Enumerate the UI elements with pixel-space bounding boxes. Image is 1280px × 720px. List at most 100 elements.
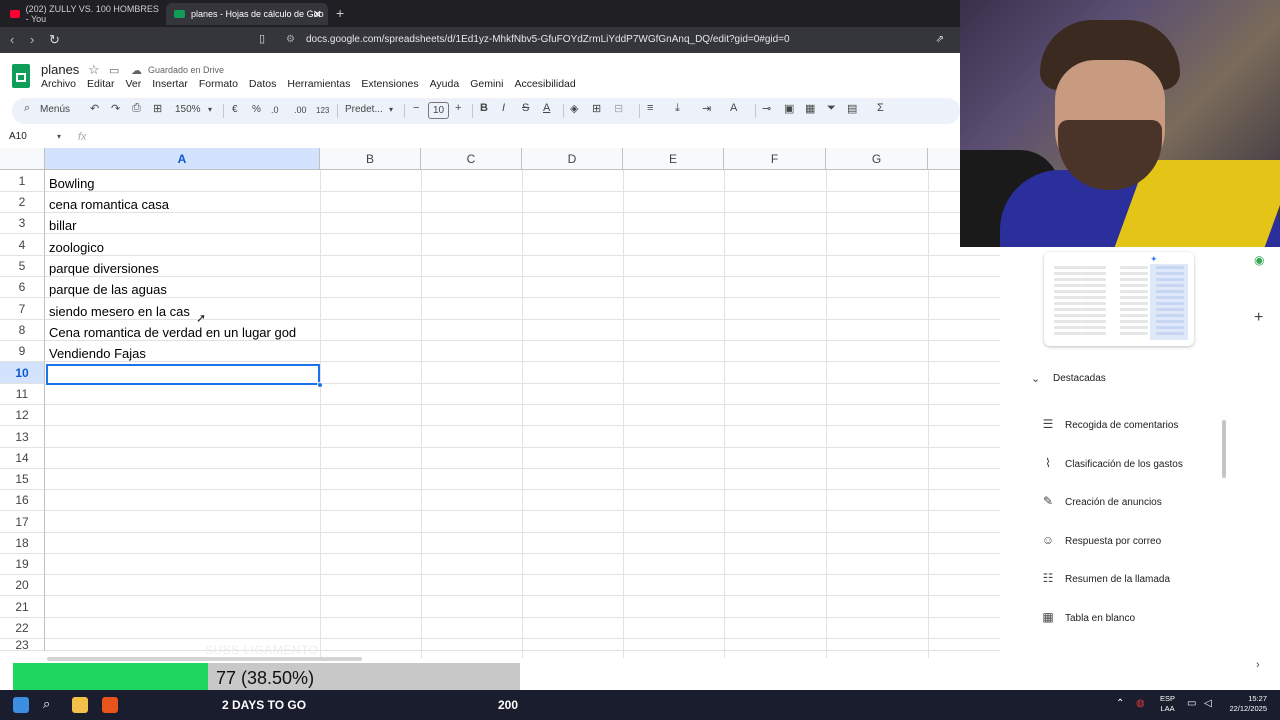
row-header[interactable]: 11 [0, 384, 45, 405]
add-icon[interactable]: + [1254, 309, 1263, 327]
template-gastos[interactable]: ⌇ Clasificación de los gastos [1039, 454, 1183, 472]
display-icon[interactable]: ▭ [1187, 698, 1196, 709]
font-size-input[interactable]: 10 [428, 102, 449, 119]
template-llamada[interactable]: ☷ Resumen de la llamada [1039, 569, 1170, 587]
doc-title[interactable]: planes [41, 62, 79, 77]
undo-icon[interactable]: ↶ [90, 102, 99, 115]
maps-icon[interactable]: ◉ [1254, 253, 1264, 267]
menu-extensiones[interactable]: Extensiones [361, 78, 418, 92]
menu-insertar[interactable]: Insertar [152, 78, 188, 92]
cell-a2[interactable]: cena romantica casa [49, 197, 169, 212]
increase-decimal-button[interactable]: .00 [294, 105, 307, 115]
font-size-plus-icon[interactable]: + [455, 102, 461, 114]
clock[interactable]: 15:27 22/12/2025 [1223, 694, 1267, 714]
cell-a4[interactable]: zoologico [49, 240, 104, 255]
chevron-right-icon[interactable]: › [1256, 659, 1260, 671]
site-info-icon[interactable]: ⚙ [286, 31, 295, 49]
comment-icon[interactable]: ▣ [784, 102, 794, 115]
menu-ver[interactable]: Ver [125, 78, 141, 92]
cell-a6[interactable]: parque de las aguas [49, 282, 167, 297]
menu-accesibilidad[interactable]: Accesibilidad [514, 78, 575, 92]
column-header[interactable]: F [724, 148, 826, 170]
menu-herramientas[interactable]: Herramientas [287, 78, 350, 92]
explorer-icon[interactable] [72, 697, 88, 713]
brave-icon[interactable] [102, 697, 118, 713]
tab-sheets[interactable]: planes - Hojas de cálculo de Goo ✕ [166, 3, 328, 25]
menu-archivo[interactable]: Archivo [41, 78, 76, 92]
menu-gemini[interactable]: Gemini [470, 78, 503, 92]
folder-icon[interactable]: ▭ [109, 64, 119, 77]
bold-icon[interactable]: B [480, 102, 488, 114]
back-icon[interactable]: ‹ [10, 32, 14, 47]
column-header[interactable]: G [826, 148, 928, 170]
column-header[interactable]: A [45, 148, 320, 170]
column-header[interactable]: B [320, 148, 421, 170]
template-anuncios[interactable]: ✎ Creación de anuncios [1039, 492, 1162, 510]
strikethrough-icon[interactable]: S [522, 102, 529, 114]
close-icon[interactable]: ✕ [313, 8, 322, 21]
menu-datos[interactable]: Datos [249, 78, 276, 92]
chart-icon[interactable]: ▦ [805, 102, 815, 115]
redo-icon[interactable]: ↷ [111, 102, 120, 115]
search-icon[interactable]: ⌕ [24, 102, 30, 115]
row-header[interactable]: 15 [0, 469, 45, 490]
url-field[interactable]: ⚙ docs.google.com/spreadsheets/d/1Ed1yz-… [282, 31, 954, 49]
forward-icon[interactable]: › [30, 32, 34, 47]
column-header[interactable]: C [421, 148, 522, 170]
row-header[interactable]: 3 [0, 213, 45, 234]
row-header[interactable]: 12 [0, 405, 45, 426]
selected-cell-a10[interactable] [46, 364, 320, 385]
network-icon[interactable]: ◍ [1136, 698, 1145, 709]
chevron-down-icon[interactable]: ▾ [389, 105, 393, 114]
search-icon[interactable]: ⌕ [43, 696, 59, 712]
italic-icon[interactable]: I [502, 102, 505, 114]
number-format-button[interactable]: 123 [316, 106, 329, 115]
align-left-icon[interactable]: ≡ [647, 102, 653, 114]
cell-a9[interactable]: Vendiendo Fajas [49, 346, 146, 361]
text-rotation-icon[interactable]: A [730, 102, 737, 114]
row-header[interactable]: 2 [0, 192, 45, 213]
horizontal-scrollbar[interactable] [47, 657, 362, 661]
row-header[interactable]: 23 [0, 639, 45, 651]
template-recogida[interactable]: ☰ Recogida de comentarios [1039, 415, 1179, 433]
row-header[interactable]: 5 [0, 256, 45, 277]
menu-ayuda[interactable]: Ayuda [430, 78, 460, 92]
percent-button[interactable]: % [252, 104, 261, 115]
side-panel-scrollbar[interactable] [1222, 420, 1226, 478]
filter-views-icon[interactable]: ▤ [847, 102, 857, 115]
font-size-minus-icon[interactable]: − [413, 102, 419, 114]
new-tab-icon[interactable]: + [336, 5, 344, 21]
row-header[interactable]: 6 [0, 277, 45, 298]
borders-icon[interactable]: ⊞ [592, 102, 601, 115]
menu-formato[interactable]: Formato [199, 78, 238, 92]
template-preview[interactable]: ✦ [1044, 252, 1194, 346]
fill-color-icon[interactable]: ◈ [570, 102, 578, 115]
currency-button[interactable]: € [232, 104, 238, 115]
chevron-down-icon[interactable]: ⌄ [1031, 372, 1040, 385]
bookmark-icon[interactable]: ▯ [259, 32, 265, 45]
row-header[interactable]: 8 [0, 320, 45, 341]
filter-icon[interactable]: ⏷ [827, 102, 836, 115]
chevron-down-icon[interactable]: ▾ [208, 105, 212, 114]
row-header[interactable]: 22 [0, 618, 45, 639]
merge-cells-icon[interactable]: ⊟ [614, 102, 623, 115]
reload-icon[interactable]: ↻ [49, 32, 60, 48]
star-icon[interactable]: ☆ [88, 62, 100, 78]
print-icon[interactable]: ⎙ [132, 102, 141, 115]
decrease-decimal-button[interactable]: .0 [271, 105, 279, 115]
share-icon[interactable]: ⇗ [936, 31, 944, 49]
row-header[interactable]: 19 [0, 554, 45, 575]
cell-a5[interactable]: parque diversiones [49, 261, 159, 276]
paint-format-icon[interactable]: ⊞ [153, 102, 162, 115]
column-header[interactable]: D [522, 148, 623, 170]
volume-icon[interactable]: ◁ [1204, 698, 1212, 709]
row-header[interactable]: 10 [0, 362, 45, 384]
row-header[interactable]: 16 [0, 490, 45, 511]
row-header[interactable]: 13 [0, 426, 45, 448]
cell-a8[interactable]: Cena romantica de verdad en un lugar god [49, 325, 296, 340]
name-box[interactable]: A10 [9, 131, 27, 142]
text-wrap-icon[interactable]: ⇥ [702, 102, 711, 115]
template-correo[interactable]: ☺ Respuesta por correo [1039, 531, 1161, 549]
cloud-icon[interactable]: ☁ [131, 64, 142, 77]
row-header[interactable]: 20 [0, 575, 45, 596]
